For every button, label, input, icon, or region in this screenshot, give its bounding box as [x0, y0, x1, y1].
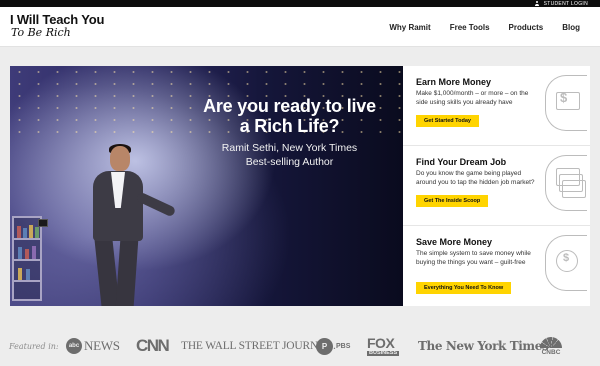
card-title: Earn More Money	[416, 77, 492, 87]
magnifier-dollar-icon: $	[545, 235, 587, 291]
student-login-link[interactable]: STUDENT LOGIN	[535, 0, 588, 7]
featured-label: Featured in:	[9, 342, 59, 351]
card-title: Save More Money	[416, 237, 493, 247]
card-earn-more-money: Earn More Money Make $1,000/month – or m…	[403, 66, 590, 146]
user-icon	[535, 1, 540, 6]
logo-line-1: I Will Teach You	[10, 12, 105, 27]
site-header: I Will Teach You To Be Rich Why Ramit Fr…	[0, 7, 600, 47]
card-title: Find Your Dream Job	[416, 157, 507, 167]
hero-banner[interactable]: Are you ready to live a Rich Life? Ramit…	[10, 66, 403, 306]
offer-cards: Earn More Money Make $1,000/month – or m…	[403, 66, 590, 306]
top-utility-bar: STUDENT LOGIN	[0, 0, 600, 7]
logo-line-2: To Be Rich	[11, 26, 71, 39]
inside-scoop-button[interactable]: Get The Inside Scoop	[416, 195, 489, 207]
everything-you-need-button[interactable]: Everything You Need To Know	[416, 282, 512, 294]
bookshelf-illustration	[12, 216, 42, 301]
wsj-logo: THE WALL STREET JOURNAL.	[181, 340, 336, 352]
stacked-bills-icon	[545, 155, 587, 211]
hero-subtitle: Ramit Sethi, New York Times Best-selling…	[197, 141, 382, 169]
nav-item-why-ramit[interactable]: Why Ramit	[389, 23, 430, 32]
card-text: Do you know the game being played around…	[416, 170, 535, 186]
cnbc-peacock-icon	[540, 336, 562, 348]
fox-business-logo: FOX BUSINESS	[367, 334, 400, 357]
hero-headline: Are you ready to live a Rich Life?	[203, 96, 376, 136]
money-bill-icon: $	[545, 75, 587, 131]
cnn-logo: CNN	[136, 336, 170, 355]
speaker-figure	[90, 144, 180, 306]
card-find-dream-job: Find Your Dream Job Do you know the game…	[403, 146, 590, 226]
featured-in-bar: Featured in: abc NEWS CNN THE WALL STREE…	[0, 325, 600, 366]
hero-subtitle-line-2: Best-selling Author	[245, 156, 334, 168]
pbs-icon: P	[316, 337, 333, 355]
abc-news-logo: abc NEWS	[66, 335, 120, 357]
card-text: Make $1,000/month – or more – on the sid…	[416, 90, 529, 106]
exit-sign	[38, 219, 48, 227]
nav-item-products[interactable]: Products	[509, 23, 544, 32]
cnbc-logo: CNBC	[540, 335, 562, 357]
pbs-logo: P PBS	[316, 335, 350, 357]
site-logo[interactable]: I Will Teach You To Be Rich	[10, 13, 104, 39]
student-login-label: STUDENT LOGIN	[543, 0, 588, 7]
nyt-logo: The New York Times	[418, 339, 549, 353]
nav-item-free-tools[interactable]: Free Tools	[450, 23, 490, 32]
card-text: The simple system to save money while bu…	[416, 250, 531, 266]
get-started-button[interactable]: Get Started Today	[416, 115, 479, 127]
nav-item-blog[interactable]: Blog	[562, 23, 580, 32]
main-nav: Why Ramit Free Tools Products Blog	[389, 7, 580, 47]
card-save-more-money: Save More Money The simple system to sav…	[403, 226, 590, 306]
hero-subtitle-line-1: Ramit Sethi, New York Times	[221, 142, 358, 154]
